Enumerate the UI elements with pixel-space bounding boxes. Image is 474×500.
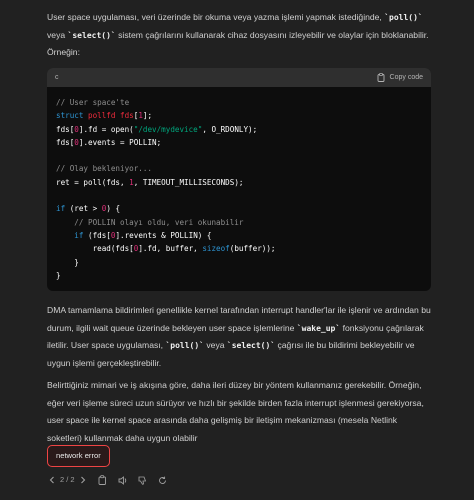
pager-label: 2 / 2 (60, 475, 75, 485)
code-line: fds[0].events = POLLIN; (56, 137, 162, 147)
response-paragraph-3: Belirttiğiniz mimari ve iş akışına göre,… (47, 380, 424, 443)
copy-code-label: Copy code (389, 73, 423, 81)
response-paragraph-2: DMA tamamlama bildirimleri genellikle ke… (47, 305, 431, 368)
code-line: } (56, 270, 61, 280)
inline-code-poll: `poll()` (165, 341, 204, 350)
thumbs-down-icon (138, 476, 147, 485)
code-line: read(fds[0].fd, buffer, sizeof(buffer)); (56, 244, 276, 254)
code-line: // POLLIN olayı oldu, veri okunabilir (56, 217, 244, 227)
clipboard-icon (376, 73, 386, 83)
code-line: fds[0].fd = open("/dev/mydevice", O_RDON… (56, 124, 258, 134)
response-pager: 2 / 2 (47, 471, 88, 489)
code-line: // User space'te (56, 98, 130, 107)
code-line: } (56, 257, 79, 267)
code-language-label: c (55, 73, 59, 81)
code-line: if (fds[0].revents & POLLIN) { (74, 230, 212, 240)
speaker-icon (118, 475, 126, 485)
code-line: ret = poll(fds, 1, TIMEOUT_MILLISECONDS)… (56, 177, 244, 187)
message-toolbar: 2 / 2 (47, 472, 168, 488)
inline-code-select: `select()` (226, 341, 276, 350)
code-line: struct pollfd fds[1]; (56, 111, 153, 121)
clipboard-icon (98, 475, 107, 485)
code-header: c Copy code (47, 68, 431, 87)
inline-code-poll: `poll()` (384, 13, 423, 22)
inline-code-wake-up: `wake_up` (296, 323, 341, 333)
code-line: if (ret > 0) { (56, 204, 121, 214)
code-body: // User space'te struct pollfd fds[1]; f… (47, 87, 431, 282)
code-block: c Copy code // User space'te struct poll… (47, 68, 431, 291)
refresh-icon (159, 476, 167, 484)
code-line: // Olay bekleniyor... (56, 164, 153, 174)
inline-code-select: `select()` (67, 30, 116, 40)
network-error-button[interactable]: network error (47, 445, 110, 467)
copy-code-button[interactable]: Copy code (376, 69, 423, 87)
response-paragraph-1: User space uygulaması, veri üzerinde bir… (47, 12, 429, 57)
copy-message-button[interactable] (98, 475, 108, 485)
chevron-right-icon[interactable] (78, 475, 88, 485)
regenerate-button[interactable] (158, 475, 168, 485)
chevron-left-icon[interactable] (47, 475, 57, 485)
read-aloud-button[interactable] (118, 475, 128, 485)
thumbs-down-button[interactable] (138, 475, 148, 485)
